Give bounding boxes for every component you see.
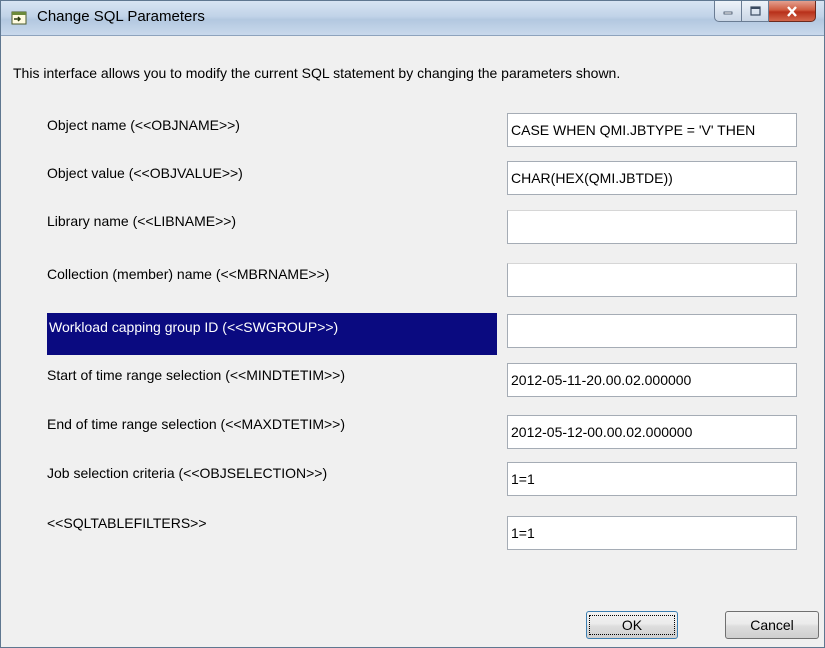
close-button[interactable] bbox=[769, 1, 816, 22]
label-start-time-range: Start of time range selection (<<MINDTET… bbox=[47, 367, 345, 383]
library-name-field[interactable] bbox=[507, 210, 797, 244]
label-workload-capping-group: Workload capping group ID (<<SWGROUP>>) bbox=[47, 313, 497, 355]
dialog-description: This interface allows you to modify the … bbox=[13, 65, 621, 81]
arrow-into-box-icon bbox=[11, 11, 27, 25]
label-job-selection-criteria: Job selection criteria (<<OBJSELECTION>>… bbox=[47, 465, 328, 481]
end-time-range-field[interactable]: 2012-05-12-00.00.02.000000 bbox=[507, 415, 797, 449]
change-sql-parameters-dialog: Change SQL Parameters This interface all… bbox=[0, 0, 825, 648]
start-time-range-field[interactable]: 2012-05-11-20.00.02.000000 bbox=[507, 363, 797, 397]
object-value-field[interactable]: CHAR(HEX(QMI.JBTDE)) bbox=[507, 161, 797, 195]
maximize-icon bbox=[749, 6, 761, 16]
label-end-time-range: End of time range selection (<<MAXDTETIM… bbox=[47, 416, 346, 432]
ok-button[interactable]: OK bbox=[586, 611, 678, 639]
minimize-icon bbox=[723, 11, 733, 15]
minimize-button[interactable] bbox=[714, 1, 742, 22]
maximize-button[interactable] bbox=[742, 1, 769, 22]
object-name-field[interactable]: CASE WHEN QMI.JBTYPE = 'V' THEN bbox=[507, 113, 797, 147]
job-selection-criteria-field[interactable]: 1=1 bbox=[507, 462, 797, 496]
label-sql-table-filters: <<SQLTABLEFILTERS>> bbox=[47, 515, 207, 531]
title-bar[interactable]: Change SQL Parameters bbox=[1, 1, 824, 36]
collection-name-field[interactable] bbox=[507, 263, 797, 297]
label-library-name: Library name (<<LIBNAME>>) bbox=[47, 213, 237, 229]
label-collection-name: Collection (member) name (<<MBRNAME>>) bbox=[47, 266, 330, 282]
label-object-name: Object name (<<OBJNAME>>) bbox=[47, 117, 240, 133]
window-title: Change SQL Parameters bbox=[37, 8, 205, 25]
sql-table-filters-field[interactable]: 1=1 bbox=[507, 516, 797, 550]
cancel-button-label: Cancel bbox=[750, 617, 794, 633]
label-object-value: Object value (<<OBJVALUE>>) bbox=[47, 165, 243, 181]
workload-capping-group-field[interactable] bbox=[507, 314, 797, 348]
caption-buttons bbox=[714, 1, 816, 22]
cancel-button[interactable]: Cancel bbox=[725, 611, 819, 639]
ok-button-label: OK bbox=[588, 615, 676, 635]
close-icon bbox=[787, 5, 797, 17]
